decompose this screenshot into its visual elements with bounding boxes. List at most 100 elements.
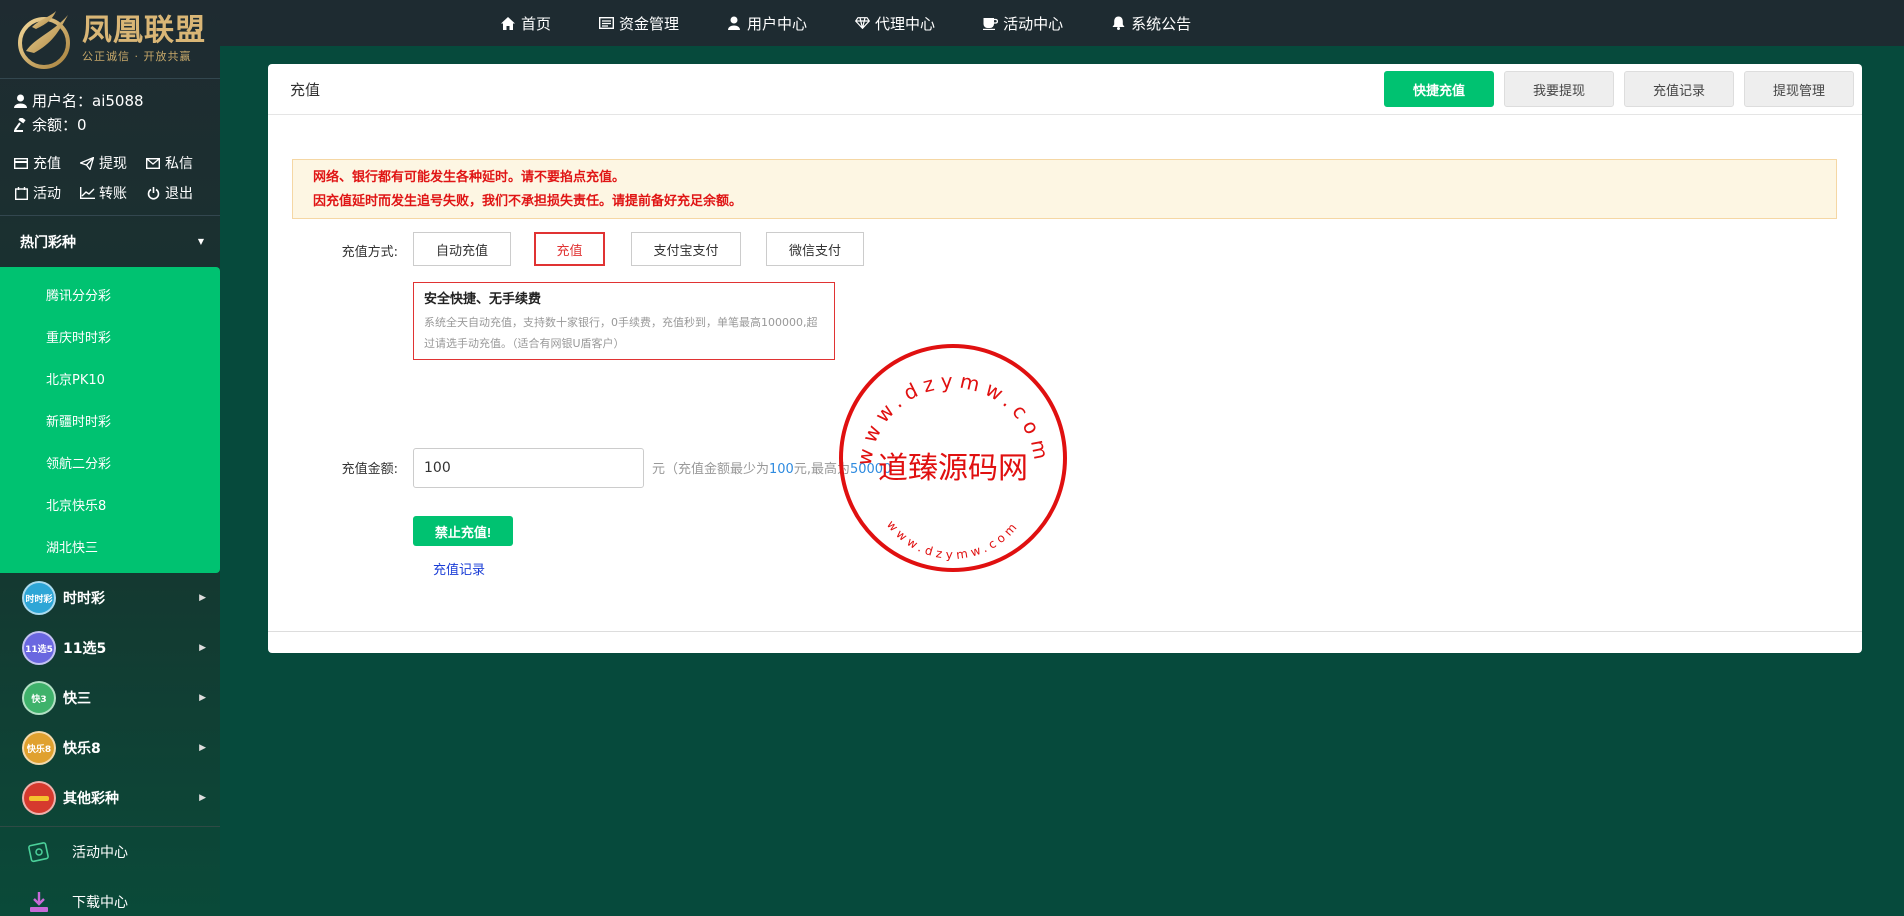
message-action[interactable]: 私信 bbox=[144, 153, 210, 173]
username-value: ai5088 bbox=[92, 92, 144, 110]
withdraw-action-label: 提现 bbox=[99, 156, 127, 172]
category-label: 11选5 bbox=[63, 641, 107, 657]
brand-name: 凤凰联盟 bbox=[82, 13, 206, 48]
nav-announcements[interactable]: 系统公告 bbox=[1110, 13, 1191, 34]
download-center-link[interactable]: 下载中心 bbox=[0, 877, 220, 916]
caret-right-icon: ▶ bbox=[199, 743, 206, 753]
warning-notice: 网络、银行都有可能发生各种延时。请不要掐点充值。 因充值延时而发生追号失败，我们… bbox=[292, 159, 1837, 219]
activity-action[interactable]: 活动 bbox=[12, 183, 78, 203]
category-ssc[interactable]: 时时彩 时时彩 ▶ bbox=[0, 573, 220, 623]
tab-quick-recharge[interactable]: 快捷充值 bbox=[1384, 71, 1494, 107]
hot-lottery-list: 腾讯分分彩 重庆时时彩 北京PK10 新疆时时彩 领航二分彩 北京快乐8 湖北快… bbox=[0, 267, 220, 573]
nav-home[interactable]: 首页 bbox=[500, 13, 551, 34]
extra-menu: 活动中心 下载中心 bbox=[0, 826, 220, 916]
nav-activity-center-label: 活动中心 bbox=[1003, 14, 1064, 33]
quick-actions: 充值 提现 私信 活动 转账 退出 bbox=[0, 137, 220, 203]
diamond-icon bbox=[854, 17, 870, 29]
other-lottery-badge-icon bbox=[22, 781, 56, 815]
hot-lottery-title: 热门彩种 bbox=[20, 234, 76, 251]
11x5-badge-icon: 11选5 bbox=[22, 631, 56, 665]
caret-right-icon: ▶ bbox=[199, 643, 206, 653]
method-recharge[interactable]: 充值 bbox=[534, 232, 605, 266]
hot-item-hubei-k3[interactable]: 湖北快三 bbox=[0, 525, 220, 567]
category-11x5[interactable]: 11选5 11选5 ▶ bbox=[0, 623, 220, 673]
watermark-stamp: www.dzymw.com www.dzymw.com 道臻源码网 bbox=[839, 344, 1067, 572]
nav-user-center-label: 用户中心 bbox=[747, 14, 808, 33]
amount-label: 充值金额: bbox=[341, 462, 398, 477]
category-other[interactable]: 其他彩种 ▶ bbox=[0, 773, 220, 823]
caret-down-icon: ▼ bbox=[197, 237, 204, 246]
message-action-label: 私信 bbox=[165, 156, 193, 172]
warning-line: 网络、银行都有可能发生各种延时。请不要掐点充值。 bbox=[313, 170, 626, 185]
chart-icon bbox=[78, 187, 96, 199]
caret-right-icon: ▶ bbox=[199, 693, 206, 703]
method-auto-recharge[interactable]: 自动充值 bbox=[413, 232, 511, 266]
page-title: 充值 bbox=[290, 80, 321, 99]
user-icon bbox=[12, 94, 28, 108]
amount-input[interactable] bbox=[413, 448, 644, 488]
transfer-action-label: 转账 bbox=[99, 186, 127, 202]
hot-lottery-header[interactable]: 热门彩种 ▼ bbox=[0, 215, 220, 267]
gift-card-icon bbox=[26, 839, 52, 865]
withdraw-action[interactable]: 提现 bbox=[78, 153, 144, 173]
deposit-action[interactable]: 充值 bbox=[12, 153, 78, 173]
hot-item-linghang-2fc[interactable]: 领航二分彩 bbox=[0, 441, 220, 483]
method-description-text: 系统全天自动充值，支持数十家银行，0手续费，充值秒到，单笔最高100000,超过… bbox=[424, 316, 818, 350]
hot-item-beijing-pk10[interactable]: 北京PK10 bbox=[0, 357, 220, 399]
k3-badge-icon: 快3 bbox=[22, 681, 56, 715]
panel-tabs: 快捷充值 我要提现 充值记录 提现管理 bbox=[1374, 71, 1854, 107]
warning-line: 因充值延时而发生追号失败，我们不承担损失责任。请提前备好充足余额。 bbox=[313, 194, 743, 209]
hot-item-beijing-kl8[interactable]: 北京快乐8 bbox=[0, 483, 220, 525]
send-icon bbox=[78, 156, 96, 170]
username-label: 用户名： bbox=[32, 92, 93, 110]
method-wechat-pay[interactable]: 微信支付 bbox=[766, 232, 864, 266]
activity-center-link[interactable]: 活动中心 bbox=[0, 827, 220, 877]
brand-slogan: 公正诚信 · 开放共赢 bbox=[82, 50, 192, 63]
username-row: 用户名： ai5088 bbox=[12, 89, 208, 113]
download-center-label: 下载中心 bbox=[72, 895, 128, 911]
tab-withdraw-management[interactable]: 提现管理 bbox=[1744, 71, 1854, 107]
nav-agent-center[interactable]: 代理中心 bbox=[854, 13, 935, 34]
top-navigation: 首页 资金管理 用户中心 代理中心 活动中心 系统公告 bbox=[220, 0, 1904, 46]
panel-divider bbox=[268, 631, 1862, 632]
panel-header: 充值 快捷充值 我要提现 充值记录 提现管理 bbox=[268, 64, 1862, 115]
hot-item-tencent-ffc[interactable]: 腾讯分分彩 bbox=[0, 273, 220, 315]
watermark-ring-bottom: www.dzymw.com bbox=[884, 518, 1022, 562]
sidebar: 凤凰联盟 公正诚信 · 开放共赢 用户名： ai5088 余额： 0 充值 提现 bbox=[0, 0, 220, 916]
transfer-action[interactable]: 转账 bbox=[78, 183, 144, 203]
nav-activity-center[interactable]: 活动中心 bbox=[982, 13, 1063, 34]
method-label: 充值方式: bbox=[341, 245, 398, 260]
caret-right-icon: ▶ bbox=[199, 793, 206, 803]
download-icon bbox=[26, 889, 52, 915]
gavel-icon bbox=[12, 118, 28, 132]
activity-action-label: 活动 bbox=[33, 186, 61, 202]
home-icon bbox=[500, 16, 516, 30]
phoenix-logo-icon bbox=[18, 11, 70, 69]
kl8-badge-icon: 快乐8 bbox=[22, 731, 56, 765]
recharge-records-link[interactable]: 充值记录 bbox=[433, 559, 485, 578]
ssc-badge-icon: 时时彩 bbox=[22, 581, 56, 615]
tab-withdraw[interactable]: 我要提现 bbox=[1504, 71, 1614, 107]
caret-right-icon: ▶ bbox=[199, 593, 206, 603]
nav-user-center[interactable]: 用户中心 bbox=[726, 13, 807, 34]
logout-action[interactable]: 退出 bbox=[144, 183, 210, 203]
calendar-icon bbox=[12, 186, 30, 200]
nav-agent-center-label: 代理中心 bbox=[875, 14, 936, 33]
balance-row: 余额： 0 bbox=[12, 113, 208, 137]
nav-home-label: 首页 bbox=[521, 14, 552, 33]
category-label: 时时彩 bbox=[63, 591, 105, 607]
method-alipay[interactable]: 支付宝支付 bbox=[631, 232, 741, 266]
hot-item-xinjiang-ssc[interactable]: 新疆时时彩 bbox=[0, 399, 220, 441]
tab-recharge-records[interactable]: 充值记录 bbox=[1624, 71, 1734, 107]
hot-item-chongqing-ssc[interactable]: 重庆时时彩 bbox=[0, 315, 220, 357]
category-k3[interactable]: 快3 快三 ▶ bbox=[0, 673, 220, 723]
logo[interactable]: 凤凰联盟 公正诚信 · 开放共赢 bbox=[0, 0, 220, 79]
submit-recharge-button[interactable]: 禁止充值! bbox=[413, 516, 513, 546]
amount-hint-min: 100 bbox=[769, 462, 794, 477]
activity-center-label: 活动中心 bbox=[72, 845, 128, 861]
category-label: 其他彩种 bbox=[63, 791, 119, 807]
category-kl8[interactable]: 快乐8 快乐8 ▶ bbox=[0, 723, 220, 773]
nav-funds[interactable]: 资金管理 bbox=[598, 13, 679, 34]
power-icon bbox=[144, 186, 162, 200]
user-icon bbox=[726, 16, 742, 30]
